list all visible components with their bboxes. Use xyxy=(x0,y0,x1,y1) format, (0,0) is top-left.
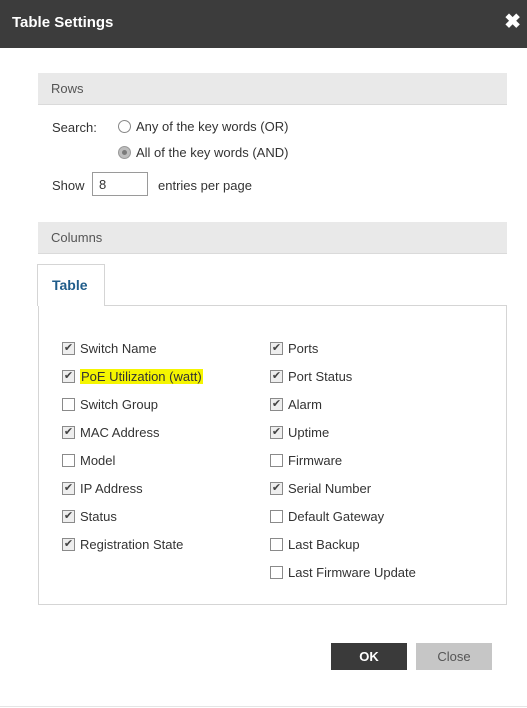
checkbox-box[interactable]: ✔ xyxy=(270,370,283,383)
radio-any-label[interactable]: Any of the key words (OR) xyxy=(136,119,288,134)
rows-header-label: Rows xyxy=(51,81,84,96)
checkbox-box[interactable]: ✔ xyxy=(62,510,75,523)
close-icon[interactable]: ✖ xyxy=(504,10,521,34)
radio-all-keywords[interactable] xyxy=(118,146,131,159)
checkbox-label: Switch Group xyxy=(80,397,159,412)
checkbox-label: Ports xyxy=(288,341,319,356)
checkbox-label: Firmware xyxy=(288,453,343,468)
checkbox-label: MAC Address xyxy=(80,425,160,440)
checkbox-label: Serial Number xyxy=(288,481,372,496)
checkbox-box[interactable] xyxy=(270,510,283,523)
checkbox-label: Uptime xyxy=(288,425,330,440)
dialog-title: Table Settings xyxy=(12,14,114,31)
columns-header-label: Columns xyxy=(51,230,103,245)
checkbox-box[interactable]: ✔ xyxy=(62,342,75,355)
columns-section-header: Columns xyxy=(38,222,507,254)
show-label: Show xyxy=(52,178,85,193)
checkbox-label: Switch Name xyxy=(80,341,157,356)
checkbox-box[interactable]: ✔ xyxy=(270,342,283,355)
radio-all-label[interactable]: All of the key words (AND) xyxy=(136,145,288,160)
checkbox-label: Port Status xyxy=(288,369,353,384)
checkbox-label: IP Address xyxy=(80,481,143,496)
checkbox-label: Alarm xyxy=(288,397,322,412)
checkbox-box[interactable] xyxy=(62,454,75,467)
checkbox-box[interactable]: ✔ xyxy=(62,538,75,551)
entries-per-page-input[interactable] xyxy=(92,172,148,196)
dialog-titlebar: Table Settings ✖ xyxy=(0,0,527,48)
checkbox-label: PoE Utilization (watt) xyxy=(80,369,203,384)
checkbox-box[interactable] xyxy=(270,454,283,467)
entries-suffix-label: entries per page xyxy=(158,178,252,193)
close-button[interactable]: Close xyxy=(416,643,492,670)
checkbox-box[interactable]: ✔ xyxy=(62,482,75,495)
checkbox-box[interactable]: ✔ xyxy=(270,398,283,411)
checkbox-box[interactable] xyxy=(270,538,283,551)
checkbox-box[interactable]: ✔ xyxy=(62,426,75,439)
checkbox-box[interactable] xyxy=(270,566,283,579)
checkbox-box[interactable]: ✔ xyxy=(270,482,283,495)
checkbox-box[interactable]: ✔ xyxy=(270,426,283,439)
ok-button[interactable]: OK xyxy=(331,643,407,670)
rows-section-header: Rows xyxy=(38,73,507,105)
checkbox-label: Default Gateway xyxy=(288,509,385,524)
search-label: Search: xyxy=(52,120,97,135)
dialog-bottom-divider xyxy=(0,706,527,707)
checkbox-label: Last Backup xyxy=(288,537,360,552)
checkbox-box[interactable]: ✔ xyxy=(62,370,75,383)
tab-table[interactable]: Table xyxy=(37,264,105,306)
checkbox-label: Last Firmware Update xyxy=(288,565,416,580)
checkbox-box[interactable] xyxy=(62,398,75,411)
checkbox-label: Registration State xyxy=(80,537,184,552)
tab-table-label: Table xyxy=(52,277,88,293)
checkbox-label: Model xyxy=(80,453,116,468)
radio-any-keywords[interactable] xyxy=(118,120,131,133)
checkbox-label: Status xyxy=(80,509,117,524)
